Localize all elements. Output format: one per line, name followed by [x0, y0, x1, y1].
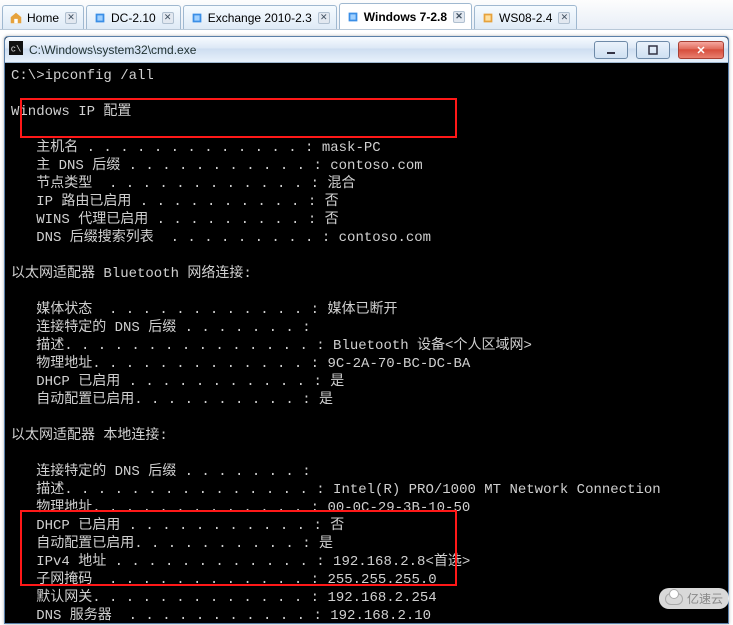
terminal-line: 描述. . . . . . . . . . . . . . . : Intel(… — [11, 481, 722, 499]
tab-ws08[interactable]: WS08-2.4 ✕ — [474, 5, 577, 29]
maximize-button[interactable] — [636, 41, 670, 59]
cmd-icon: c\ — [9, 41, 23, 58]
tab-strip: Home ✕ DC-2.10 ✕ Exchange 2010-2.3 ✕ Win… — [0, 0, 733, 30]
terminal-line: 默认网关. . . . . . . . . . . . . : 192.168.… — [11, 589, 722, 607]
terminal-line: 主机名 . . . . . . . . . . . . . : mask-PC — [11, 139, 722, 157]
server-icon — [481, 11, 495, 25]
tab-dc[interactable]: DC-2.10 ✕ — [86, 5, 181, 29]
terminal-line: DHCP 已启用 . . . . . . . . . . . : 否 — [11, 517, 722, 535]
window-title: C:\Windows\system32\cmd.exe — [29, 43, 586, 57]
terminal-line — [11, 247, 722, 265]
close-icon[interactable]: ✕ — [65, 12, 77, 24]
terminal-line: DNS 后缀搜索列表 . . . . . . . . . : contoso.c… — [11, 229, 722, 247]
terminal-line: 主 DNS 后缀 . . . . . . . . . . . : contoso… — [11, 157, 722, 175]
terminal-line: 以太网适配器 Bluetooth 网络连接: — [11, 265, 722, 283]
close-button[interactable] — [678, 41, 724, 59]
server-icon — [190, 11, 204, 25]
terminal-line: Windows IP 配置 — [11, 103, 722, 121]
watermark-text: 亿速云 — [687, 590, 723, 607]
cloud-icon — [665, 593, 683, 605]
terminal-line — [11, 121, 722, 139]
server-icon — [93, 11, 107, 25]
svg-text:c\: c\ — [11, 45, 22, 55]
terminal-line: C:\>ipconfig /all — [11, 67, 722, 85]
terminal-line: 以太网适配器 本地连接: — [11, 427, 722, 445]
tab-exchange[interactable]: Exchange 2010-2.3 ✕ — [183, 5, 337, 29]
titlebar[interactable]: c\ C:\Windows\system32\cmd.exe — [5, 37, 728, 63]
minimize-button[interactable] — [594, 41, 628, 59]
terminal-line: WINS 代理已启用 . . . . . . . . . : 否 — [11, 211, 722, 229]
watermark: 亿速云 — [659, 588, 729, 609]
terminal-line: 子网掩码 . . . . . . . . . . . . : 255.255.2… — [11, 571, 722, 589]
cmd-window: c\ C:\Windows\system32\cmd.exe C:\>ipcon… — [4, 36, 729, 624]
terminal-line: DHCP 已启用 . . . . . . . . . . . : 是 — [11, 373, 722, 391]
close-icon[interactable]: ✕ — [162, 12, 174, 24]
home-icon — [9, 11, 23, 25]
terminal-line: IPv4 地址 . . . . . . . . . . . . : 192.16… — [11, 553, 722, 571]
terminal-line: 连接特定的 DNS 后缀 . . . . . . . : — [11, 463, 722, 481]
close-icon[interactable]: ✕ — [318, 12, 330, 24]
close-icon[interactable]: ✕ — [453, 11, 465, 23]
terminal-line: DNS 服务器 . . . . . . . . . . . : 192.168.… — [11, 607, 722, 625]
terminal-output[interactable]: C:\>ipconfig /all Windows IP 配置 主机名 . . … — [5, 63, 728, 623]
terminal-line — [11, 409, 722, 427]
terminal-line: 连接特定的 DNS 后缀 . . . . . . . : — [11, 319, 722, 337]
server-icon — [346, 10, 360, 24]
close-icon[interactable]: ✕ — [558, 12, 570, 24]
terminal-line — [11, 283, 722, 301]
terminal-line: 节点类型 . . . . . . . . . . . . : 混合 — [11, 175, 722, 193]
tab-label: Windows 7-2.8 — [364, 10, 447, 24]
terminal-line: 物理地址. . . . . . . . . . . . . : 9C-2A-70… — [11, 355, 722, 373]
tab-label: DC-2.10 — [111, 11, 156, 25]
terminal-line: 自动配置已启用. . . . . . . . . . : 是 — [11, 535, 722, 553]
terminal-line — [11, 445, 722, 463]
tab-windows7[interactable]: Windows 7-2.8 ✕ — [339, 3, 472, 29]
terminal-line: 自动配置已启用. . . . . . . . . . : 是 — [11, 391, 722, 409]
terminal-line: 物理地址. . . . . . . . . . . . . : 00-0C-29… — [11, 499, 722, 517]
terminal-line: IP 路由已启用 . . . . . . . . . . : 否 — [11, 193, 722, 211]
terminal-line — [11, 85, 722, 103]
tab-label: WS08-2.4 — [499, 11, 552, 25]
tab-label: Exchange 2010-2.3 — [208, 11, 312, 25]
terminal-line: 描述. . . . . . . . . . . . . . . : Blueto… — [11, 337, 722, 355]
tab-home[interactable]: Home ✕ — [2, 5, 84, 29]
tab-label: Home — [27, 11, 59, 25]
terminal-line: 媒体状态 . . . . . . . . . . . . : 媒体已断开 — [11, 301, 722, 319]
